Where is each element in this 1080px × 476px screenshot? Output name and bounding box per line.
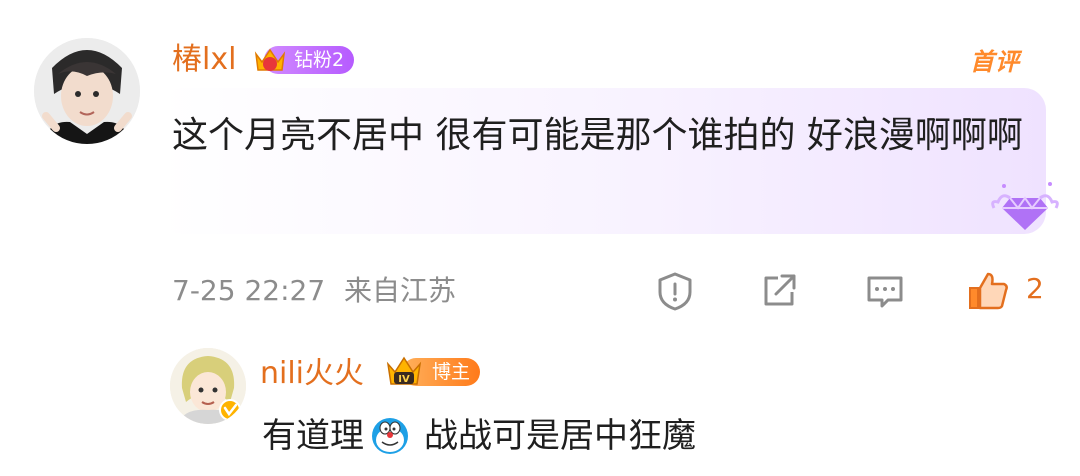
comment-location: 来自江苏	[344, 274, 457, 307]
blogger-badge[interactable]: IV 博主	[384, 352, 481, 392]
crown-icon	[254, 48, 286, 71]
comment-timestamp: 7-25 22:27	[172, 274, 326, 307]
commenter-username[interactable]: 椿lxl	[172, 40, 236, 80]
comment-text: 这个月亮不居中 很有可能是那个谁拍的 好浪漫啊啊啊	[172, 115, 1023, 156]
comment-meta: 7-25 22:27 来自江苏	[172, 272, 456, 310]
reply-username[interactable]: nili火火	[260, 354, 364, 394]
reply-text-after: 战战可是居中狂魔	[424, 416, 696, 456]
doraemon-emoji-icon	[372, 418, 408, 454]
commenter-avatar[interactable]	[34, 38, 140, 144]
report-icon[interactable]	[654, 270, 696, 312]
reply-text-before: 有道理	[262, 416, 364, 456]
diamond-gem-icon	[991, 182, 1059, 230]
svg-text:IV: IV	[398, 374, 410, 385]
first-comment-tag: 首评	[970, 48, 1020, 76]
like-count: 2	[1026, 272, 1044, 305]
reply-avatar[interactable]	[170, 348, 246, 424]
like-icon[interactable]	[966, 270, 1008, 312]
comment-icon[interactable]	[864, 270, 906, 312]
reply-text: 有道理 战战可是居中狂魔	[262, 410, 696, 462]
crown-iv-icon: IV	[386, 356, 422, 385]
share-icon[interactable]	[758, 270, 800, 312]
fan-badge[interactable]: 钻粉2	[252, 44, 355, 76]
